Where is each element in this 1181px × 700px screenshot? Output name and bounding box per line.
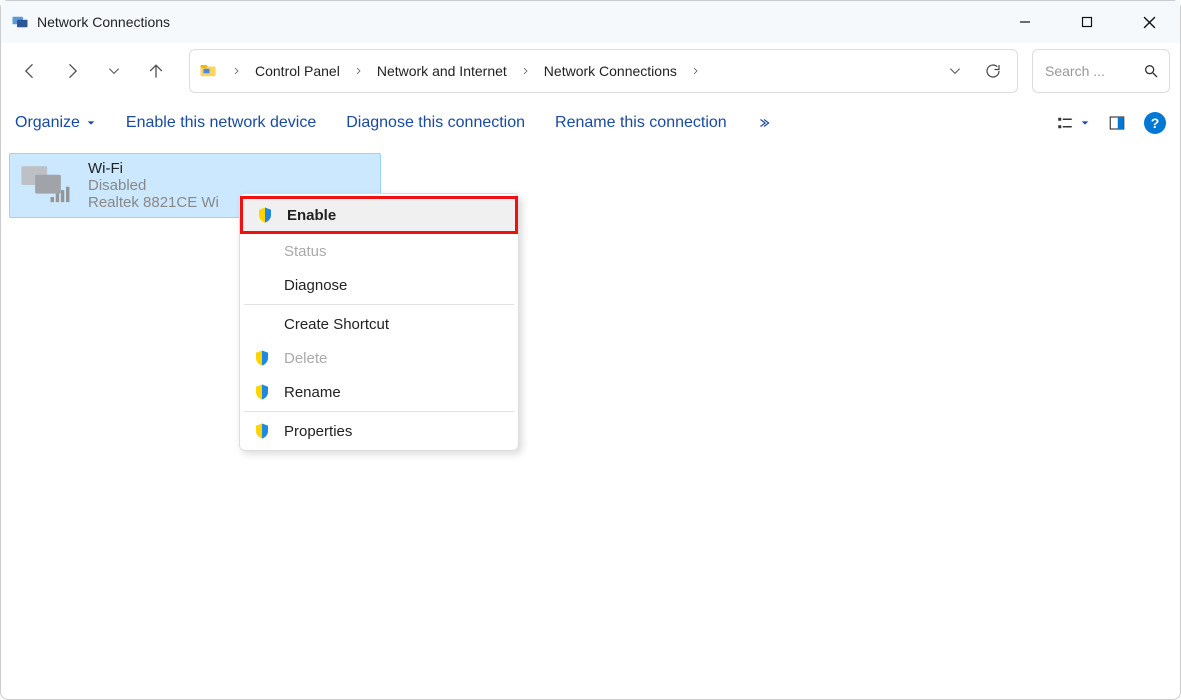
context-separator <box>244 304 514 305</box>
organize-label: Organize <box>15 114 80 132</box>
context-diagnose-label: Diagnose <box>284 277 347 294</box>
window-controls <box>994 1 1180 43</box>
command-bar: Organize Enable this network device Diag… <box>1 99 1180 147</box>
back-button[interactable] <box>11 51 49 91</box>
context-properties-label: Properties <box>284 423 352 440</box>
forward-button[interactable] <box>53 51 91 91</box>
network-connections-icon <box>11 13 29 31</box>
enable-device-label: Enable this network device <box>126 114 316 132</box>
navigation-bar: Control Panel Network and Internet Netwo… <box>1 43 1180 99</box>
chevron-right-icon[interactable] <box>685 65 706 77</box>
diagnose-connection-button[interactable]: Diagnose this connection <box>346 114 525 132</box>
view-options-button[interactable] <box>1056 114 1090 132</box>
context-enable[interactable]: Enable <box>240 196 518 234</box>
enable-device-button[interactable]: Enable this network device <box>126 114 316 132</box>
chevron-right-icon[interactable] <box>226 65 247 77</box>
search-icon[interactable] <box>1143 63 1159 79</box>
refresh-button[interactable] <box>977 55 1009 87</box>
content-area: Wi-Fi Disabled Realtek 8821CE Wi Enable … <box>1 147 1180 699</box>
breadcrumb-item[interactable]: Network Connections <box>540 61 681 81</box>
window-title: Network Connections <box>37 14 170 30</box>
help-button[interactable]: ? <box>1144 112 1166 134</box>
connection-adapter: Realtek 8821CE Wi <box>88 194 219 211</box>
connection-status: Disabled <box>88 177 219 194</box>
titlebar: Network Connections <box>1 1 1180 43</box>
breadcrumb-item[interactable]: Control Panel <box>251 61 344 81</box>
network-adapter-icon <box>18 160 78 210</box>
breadcrumb-item[interactable]: Network and Internet <box>373 61 511 81</box>
context-delete-label: Delete <box>284 350 327 367</box>
recent-locations-button[interactable] <box>95 51 133 91</box>
shield-icon <box>252 421 272 441</box>
context-properties[interactable]: Properties <box>240 414 518 448</box>
organize-button[interactable]: Organize <box>15 114 96 132</box>
search-input[interactable] <box>1043 62 1143 80</box>
context-rename-label: Rename <box>284 384 341 401</box>
shield-icon <box>252 382 272 402</box>
up-button[interactable] <box>137 51 175 91</box>
rename-connection-label: Rename this connection <box>555 114 727 132</box>
context-diagnose[interactable]: Diagnose <box>240 268 518 302</box>
chevron-right-icon[interactable] <box>348 65 369 77</box>
close-button[interactable] <box>1118 1 1180 43</box>
address-bar[interactable]: Control Panel Network and Internet Netwo… <box>189 49 1018 93</box>
context-status-label: Status <box>284 243 327 260</box>
connection-name: Wi-Fi <box>88 160 219 177</box>
address-history-button[interactable] <box>939 55 971 87</box>
shield-icon <box>255 205 275 225</box>
rename-connection-button[interactable]: Rename this connection <box>555 114 727 132</box>
commands-overflow-button[interactable] <box>757 116 771 130</box>
context-status: Status <box>240 234 518 268</box>
context-menu: Enable Status Diagnose Create Shortcut D… <box>239 193 519 451</box>
context-separator <box>244 411 514 412</box>
preview-pane-button[interactable] <box>1108 114 1126 132</box>
context-enable-label: Enable <box>287 207 336 224</box>
maximize-button[interactable] <box>1056 1 1118 43</box>
diagnose-connection-label: Diagnose this connection <box>346 114 525 132</box>
search-box[interactable] <box>1032 49 1170 93</box>
context-rename[interactable]: Rename <box>240 375 518 409</box>
folder-icon <box>198 61 218 81</box>
minimize-button[interactable] <box>994 1 1056 43</box>
context-create-shortcut[interactable]: Create Shortcut <box>240 307 518 341</box>
context-delete: Delete <box>240 341 518 375</box>
chevron-right-icon[interactable] <box>515 65 536 77</box>
shield-icon <box>252 348 272 368</box>
context-create-shortcut-label: Create Shortcut <box>284 316 389 333</box>
